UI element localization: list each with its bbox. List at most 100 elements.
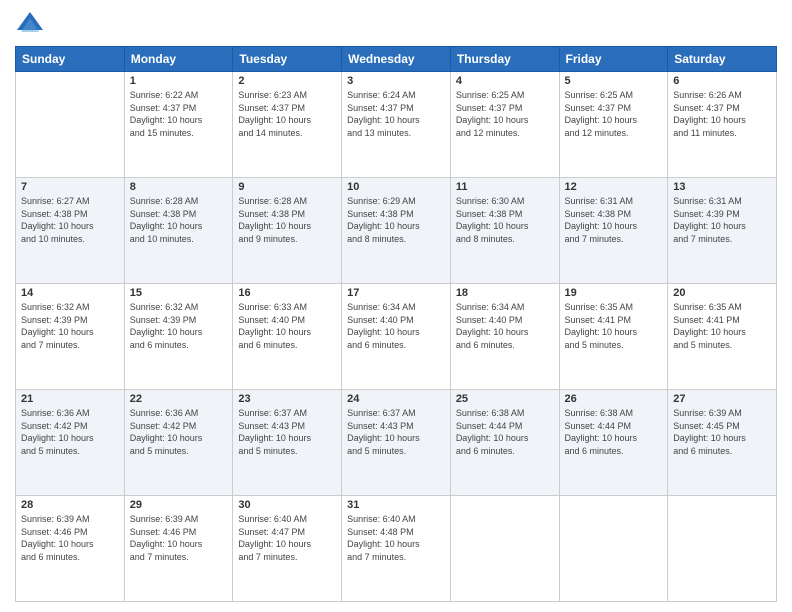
- day-cell: 26 Sunrise: 6:38 AM Sunset: 4:44 PM Dayli…: [559, 390, 668, 496]
- day-cell: 24 Sunrise: 6:37 AM Sunset: 4:43 PM Dayli…: [342, 390, 451, 496]
- day-cell: 3 Sunrise: 6:24 AM Sunset: 4:37 PM Daylig…: [342, 72, 451, 178]
- day-number: 27: [673, 393, 771, 405]
- day-info: Sunrise: 6:23 AM Sunset: 4:37 PM Dayligh…: [238, 89, 336, 139]
- header: [15, 10, 777, 40]
- day-info: Sunrise: 6:39 AM Sunset: 4:46 PM Dayligh…: [130, 513, 228, 563]
- day-number: 28: [21, 499, 119, 511]
- day-info: Sunrise: 6:35 AM Sunset: 4:41 PM Dayligh…: [673, 301, 771, 351]
- day-number: 7: [21, 181, 119, 193]
- day-info: Sunrise: 6:38 AM Sunset: 4:44 PM Dayligh…: [565, 407, 663, 457]
- logo: [15, 10, 49, 40]
- week-row-3: 14 Sunrise: 6:32 AM Sunset: 4:39 PM Dayli…: [16, 284, 777, 390]
- day-cell: 4Sunrise: 6:25 AM Sunset: 4:37 PM Daylig…: [450, 72, 559, 178]
- day-info: Sunrise: 6:26 AM Sunset: 4:37 PM Dayligh…: [673, 89, 771, 139]
- day-info: Sunrise: 6:32 AM Sunset: 4:39 PM Dayligh…: [130, 301, 228, 351]
- week-row-1: 1 Sunrise: 6:22 AM Sunset: 4:37 PM Daylig…: [16, 72, 777, 178]
- day-info: Sunrise: 6:31 AM Sunset: 4:39 PM Dayligh…: [673, 195, 771, 245]
- day-cell: 13 Sunrise: 6:31 AM Sunset: 4:39 PM Dayli…: [668, 178, 777, 284]
- day-cell: 18Sunrise: 6:34 AM Sunset: 4:40 PM Dayli…: [450, 284, 559, 390]
- day-cell: 14 Sunrise: 6:32 AM Sunset: 4:39 PM Dayli…: [16, 284, 125, 390]
- day-number: 13: [673, 181, 771, 193]
- day-number: 18: [456, 287, 554, 299]
- day-number: 31: [347, 499, 445, 511]
- col-header-saturday: Saturday: [668, 47, 777, 72]
- day-info: Sunrise: 6:34 AM Sunset: 4:40 PM Dayligh…: [347, 301, 445, 351]
- day-info: Sunrise: 6:38 AM Sunset: 4:44 PM Dayligh…: [456, 407, 554, 457]
- day-number: 30: [238, 499, 336, 511]
- day-number: 2: [238, 75, 336, 87]
- day-number: 14: [21, 287, 119, 299]
- day-number: 25: [456, 393, 554, 405]
- day-info: Sunrise: 6:29 AM Sunset: 4:38 PM Dayligh…: [347, 195, 445, 245]
- day-cell: 7 Sunrise: 6:27 AM Sunset: 4:38 PM Daylig…: [16, 178, 125, 284]
- day-info: Sunrise: 6:39 AM Sunset: 4:46 PM Dayligh…: [21, 513, 119, 563]
- col-header-monday: Monday: [124, 47, 233, 72]
- col-header-thursday: Thursday: [450, 47, 559, 72]
- day-info: Sunrise: 6:36 AM Sunset: 4:42 PM Dayligh…: [21, 407, 119, 457]
- day-cell: 25 Sunrise: 6:38 AM Sunset: 4:44 PM Dayli…: [450, 390, 559, 496]
- day-info: Sunrise: 6:40 AM Sunset: 4:48 PM Dayligh…: [347, 513, 445, 563]
- day-cell: 31 Sunrise: 6:40 AM Sunset: 4:48 PM Dayli…: [342, 496, 451, 602]
- day-cell: 11Sunrise: 6:30 AM Sunset: 4:38 PM Dayli…: [450, 178, 559, 284]
- day-number: 24: [347, 393, 445, 405]
- day-cell: 17 Sunrise: 6:34 AM Sunset: 4:40 PM Dayli…: [342, 284, 451, 390]
- col-header-sunday: Sunday: [16, 47, 125, 72]
- week-row-2: 7 Sunrise: 6:27 AM Sunset: 4:38 PM Daylig…: [16, 178, 777, 284]
- day-info: Sunrise: 6:37 AM Sunset: 4:43 PM Dayligh…: [347, 407, 445, 457]
- day-number: 8: [130, 181, 228, 193]
- day-cell: 20 Sunrise: 6:35 AM Sunset: 4:41 PM Dayli…: [668, 284, 777, 390]
- day-info: Sunrise: 6:28 AM Sunset: 4:38 PM Dayligh…: [130, 195, 228, 245]
- day-number: 3: [347, 75, 445, 87]
- day-info: Sunrise: 6:33 AM Sunset: 4:40 PM Dayligh…: [238, 301, 336, 351]
- day-cell: 16 Sunrise: 6:33 AM Sunset: 4:40 PM Dayli…: [233, 284, 342, 390]
- day-cell: 6 Sunrise: 6:26 AM Sunset: 4:37 PM Daylig…: [668, 72, 777, 178]
- day-cell: 30Sunrise: 6:40 AM Sunset: 4:47 PM Dayli…: [233, 496, 342, 602]
- day-number: 19: [565, 287, 663, 299]
- day-cell: 12Sunrise: 6:31 AM Sunset: 4:38 PM Dayli…: [559, 178, 668, 284]
- day-cell: 21 Sunrise: 6:36 AM Sunset: 4:42 PM Dayli…: [16, 390, 125, 496]
- day-cell: 15 Sunrise: 6:32 AM Sunset: 4:39 PM Dayli…: [124, 284, 233, 390]
- day-info: Sunrise: 6:39 AM Sunset: 4:45 PM Dayligh…: [673, 407, 771, 457]
- day-number: 21: [21, 393, 119, 405]
- day-number: 15: [130, 287, 228, 299]
- day-info: Sunrise: 6:27 AM Sunset: 4:38 PM Dayligh…: [21, 195, 119, 245]
- day-cell: 27 Sunrise: 6:39 AM Sunset: 4:45 PM Dayli…: [668, 390, 777, 496]
- day-info: Sunrise: 6:35 AM Sunset: 4:41 PM Dayligh…: [565, 301, 663, 351]
- day-cell: 8 Sunrise: 6:28 AM Sunset: 4:38 PM Daylig…: [124, 178, 233, 284]
- day-cell: 19 Sunrise: 6:35 AM Sunset: 4:41 PM Dayli…: [559, 284, 668, 390]
- day-info: Sunrise: 6:28 AM Sunset: 4:38 PM Dayligh…: [238, 195, 336, 245]
- col-header-wednesday: Wednesday: [342, 47, 451, 72]
- day-number: 16: [238, 287, 336, 299]
- day-number: 9: [238, 181, 336, 193]
- day-cell: 23Sunrise: 6:37 AM Sunset: 4:43 PM Dayli…: [233, 390, 342, 496]
- day-cell: 28 Sunrise: 6:39 AM Sunset: 4:46 PM Dayli…: [16, 496, 125, 602]
- day-cell: 5 Sunrise: 6:25 AM Sunset: 4:37 PM Daylig…: [559, 72, 668, 178]
- week-row-5: 28 Sunrise: 6:39 AM Sunset: 4:46 PM Dayli…: [16, 496, 777, 602]
- header-row: SundayMondayTuesdayWednesdayThursdayFrid…: [16, 47, 777, 72]
- day-number: 20: [673, 287, 771, 299]
- day-info: Sunrise: 6:25 AM Sunset: 4:37 PM Dayligh…: [565, 89, 663, 139]
- calendar-table: SundayMondayTuesdayWednesdayThursdayFrid…: [15, 46, 777, 602]
- day-info: Sunrise: 6:22 AM Sunset: 4:37 PM Dayligh…: [130, 89, 228, 139]
- day-number: 29: [130, 499, 228, 511]
- day-info: Sunrise: 6:37 AM Sunset: 4:43 PM Dayligh…: [238, 407, 336, 457]
- day-number: 1: [130, 75, 228, 87]
- day-cell: 2 Sunrise: 6:23 AM Sunset: 4:37 PM Daylig…: [233, 72, 342, 178]
- day-number: 22: [130, 393, 228, 405]
- day-cell: [559, 496, 668, 602]
- day-number: 26: [565, 393, 663, 405]
- col-header-tuesday: Tuesday: [233, 47, 342, 72]
- day-info: Sunrise: 6:24 AM Sunset: 4:37 PM Dayligh…: [347, 89, 445, 139]
- day-number: 6: [673, 75, 771, 87]
- day-cell: [668, 496, 777, 602]
- day-cell: 1 Sunrise: 6:22 AM Sunset: 4:37 PM Daylig…: [124, 72, 233, 178]
- col-header-friday: Friday: [559, 47, 668, 72]
- day-info: Sunrise: 6:32 AM Sunset: 4:39 PM Dayligh…: [21, 301, 119, 351]
- day-number: 5: [565, 75, 663, 87]
- day-cell: 10 Sunrise: 6:29 AM Sunset: 4:38 PM Dayli…: [342, 178, 451, 284]
- day-cell: [450, 496, 559, 602]
- day-number: 17: [347, 287, 445, 299]
- day-cell: 22Sunrise: 6:36 AM Sunset: 4:42 PM Dayli…: [124, 390, 233, 496]
- day-number: 4: [456, 75, 554, 87]
- day-number: 10: [347, 181, 445, 193]
